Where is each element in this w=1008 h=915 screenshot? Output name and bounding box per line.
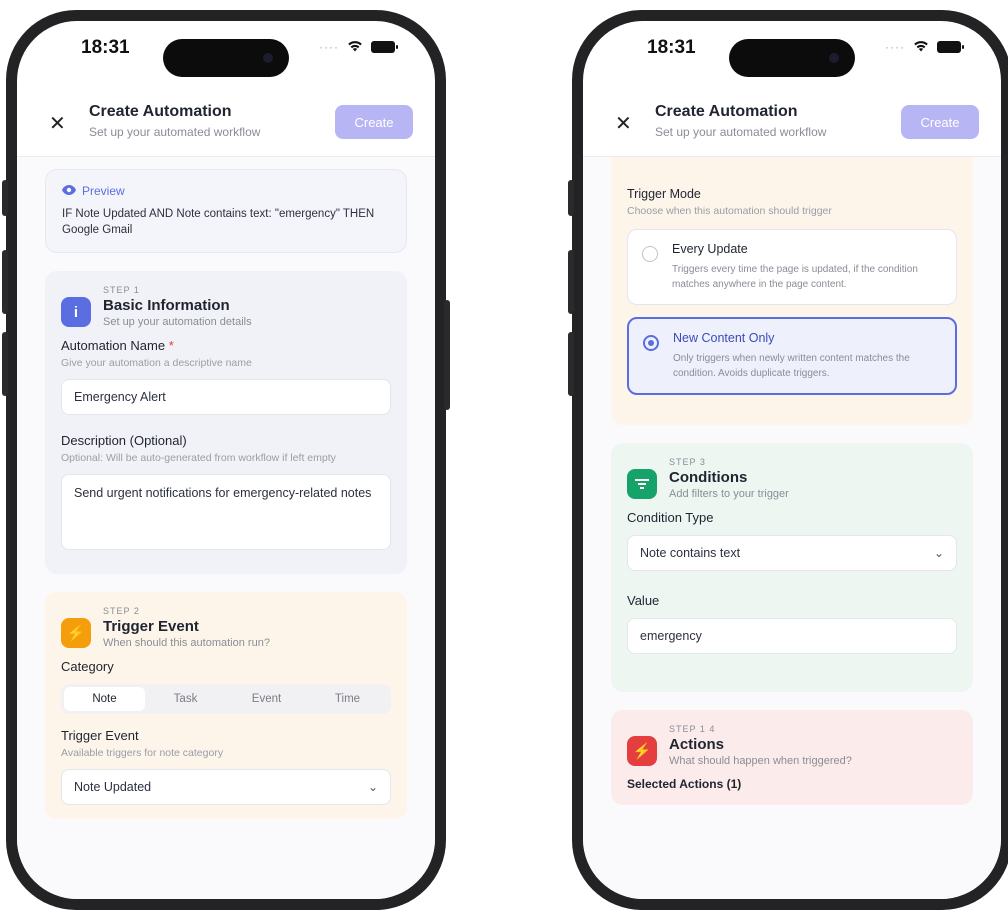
chevron-down-icon: ⌄ — [367, 780, 378, 794]
form-content[interactable]: Trigger Mode Choose when this automation… — [583, 157, 1001, 899]
radio-selected-icon — [643, 335, 659, 351]
close-icon[interactable]: ✕ — [49, 111, 66, 136]
category-tab-event[interactable]: Event — [226, 687, 307, 711]
step-title: Actions — [669, 736, 725, 753]
value-label: Value — [627, 593, 660, 608]
lightning-icon: ⚡ — [627, 736, 657, 766]
category-tab-time[interactable]: Time — [307, 687, 388, 711]
volume-up-button — [2, 250, 8, 314]
mode-title: New Content Only — [673, 331, 775, 345]
status-time: 18:31 — [647, 37, 696, 58]
volume-down-button — [2, 332, 8, 396]
trigger-mode-hint: Choose when this automation should trigg… — [627, 205, 832, 217]
trigger-event-hint: Available triggers for note category — [61, 747, 224, 759]
radio-unselected-icon — [642, 246, 658, 262]
lightning-icon: ⚡ — [61, 618, 91, 648]
category-tab-task[interactable]: Task — [145, 687, 226, 711]
step-number: STEP 1 4 — [669, 724, 716, 734]
status-bar: 18:31 ···· — [583, 21, 1001, 93]
info-icon: i — [61, 297, 91, 327]
battery-icon — [371, 41, 398, 53]
trigger-mode-label: Trigger Mode — [627, 187, 701, 201]
wifi-icon — [913, 39, 929, 55]
create-button[interactable]: Create — [335, 105, 413, 139]
action-button — [2, 180, 8, 216]
step-number: STEP 3 — [669, 457, 706, 467]
step-title: Trigger Event — [103, 618, 199, 635]
filter-icon — [627, 469, 657, 499]
description-hint: Optional: Will be auto-generated from wo… — [61, 452, 336, 464]
automation-name-label: Automation Name * — [61, 338, 174, 353]
step-title: Basic Information — [103, 297, 230, 314]
status-icons: ···· — [885, 39, 964, 55]
wifi-icon — [347, 39, 363, 55]
right-screen: 18:31 ···· ✕ Create Automation Set up yo… — [583, 21, 1001, 899]
preview-text: IF Note Updated AND Note contains text: … — [62, 208, 375, 236]
page-subtitle: Set up your automated workflow — [89, 125, 261, 139]
power-button — [444, 300, 450, 410]
chevron-down-icon: ⌄ — [933, 546, 944, 560]
step-subtitle: Set up your automation details — [103, 316, 252, 328]
app-header: ✕ Create Automation Set up your automate… — [583, 93, 1001, 157]
automation-name-hint: Give your automation a descriptive name — [61, 357, 252, 369]
form-content[interactable]: Preview IF Note Updated AND Note contain… — [17, 157, 435, 899]
action-button — [568, 180, 574, 216]
left-screen: 18:31 ···· ✕ Create Automation Set up yo… — [17, 21, 435, 899]
condition-type-label: Condition Type — [627, 510, 714, 525]
page-subtitle: Set up your automated workflow — [655, 125, 827, 139]
required-mark: * — [168, 338, 174, 353]
page-title: Create Automation — [655, 103, 798, 120]
step-subtitle: Add filters to your trigger — [669, 488, 789, 500]
value-input[interactable]: emergency — [627, 618, 957, 654]
step-conditions: STEP 3 Conditions Add filters to your tr… — [611, 443, 973, 692]
category-tab-note[interactable]: Note — [64, 687, 145, 711]
eye-icon — [62, 184, 76, 198]
volume-up-button — [568, 250, 574, 314]
selected-actions-label: Selected Actions (1) — [627, 777, 742, 791]
status-icons: ···· — [319, 39, 398, 55]
mode-description: Only triggers when newly written content… — [673, 353, 910, 379]
category-segmented-control: Note Task Event Time — [61, 684, 391, 714]
automation-name-input[interactable]: Emergency Alert — [61, 379, 391, 415]
mode-description: Triggers every time the page is updated,… — [672, 264, 918, 290]
step-subtitle: When should this automation run? — [103, 637, 270, 649]
step-actions: ⚡ STEP 1 4 Actions What should happen wh… — [611, 710, 973, 805]
status-time: 18:31 — [81, 37, 130, 58]
signal-icon: ···· — [319, 40, 339, 54]
step-number: STEP 2 — [103, 606, 140, 616]
signal-icon: ···· — [885, 40, 905, 54]
left-phone-frame: 18:31 ···· ✕ Create Automation Set up yo… — [2, 10, 450, 910]
dynamic-island — [163, 39, 289, 77]
condition-type-select[interactable]: Note contains text ⌄ — [627, 535, 957, 571]
mode-option-every-update[interactable]: Every Update Triggers every time the pag… — [627, 229, 957, 305]
category-label: Category — [61, 659, 114, 674]
page-title: Create Automation — [89, 103, 232, 120]
description-textarea[interactable]: Send urgent notifications for emergency-… — [61, 474, 391, 550]
preview-header: Preview — [62, 184, 390, 198]
volume-down-button — [568, 332, 574, 396]
trigger-mode-section: Trigger Mode Choose when this automation… — [611, 157, 973, 425]
status-bar: 18:31 ···· — [17, 21, 435, 93]
close-icon[interactable]: ✕ — [615, 111, 632, 136]
mode-option-new-content[interactable]: New Content Only Only triggers when newl… — [627, 317, 957, 395]
step-trigger-event: ⚡ STEP 2 Trigger Event When should this … — [45, 592, 407, 819]
dynamic-island — [729, 39, 855, 77]
battery-icon — [937, 41, 964, 53]
right-phone-frame: 18:31 ···· ✕ Create Automation Set up yo… — [568, 10, 1008, 910]
app-header: ✕ Create Automation Set up your automate… — [17, 93, 435, 157]
step-number: STEP 1 — [103, 285, 140, 295]
step-title: Conditions — [669, 469, 748, 486]
mode-title: Every Update — [672, 242, 748, 256]
create-button[interactable]: Create — [901, 105, 979, 139]
preview-label: Preview — [82, 184, 125, 198]
step-subtitle: What should happen when triggered? — [669, 755, 852, 767]
description-label: Description (Optional) — [61, 433, 187, 448]
preview-card: Preview IF Note Updated AND Note contain… — [45, 169, 407, 253]
step-basic-info: i STEP 1 Basic Information Set up your a… — [45, 271, 407, 574]
trigger-event-label: Trigger Event — [61, 728, 139, 743]
trigger-event-select[interactable]: Note Updated ⌄ — [61, 769, 391, 805]
